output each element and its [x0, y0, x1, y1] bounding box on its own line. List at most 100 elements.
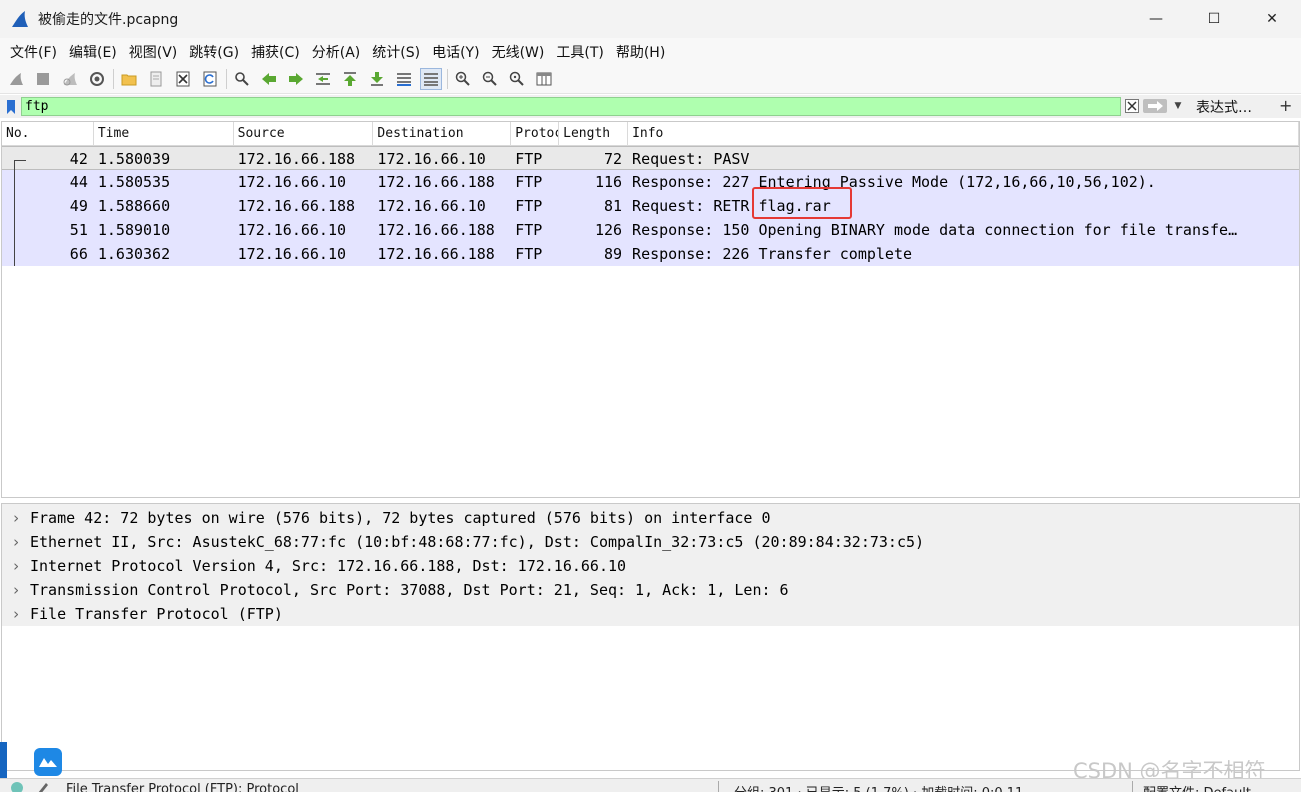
- packet-row[interactable]: 44 1.580535 172.16.66.10 172.16.66.188 F…: [2, 170, 1299, 194]
- menu-telephony[interactable]: 电话(Y): [426, 42, 485, 62]
- packet-length: 72: [603, 150, 623, 168]
- packet-row[interactable]: 49 1.588660 172.16.66.188 172.16.66.10 F…: [2, 194, 1299, 218]
- menu-wireless[interactable]: 无线(W): [486, 42, 551, 62]
- packet-time: 1.580039: [97, 150, 171, 168]
- packet-info: Response: 227 Entering Passive Mode (172…: [632, 173, 1156, 191]
- menu-analyze[interactable]: 分析(A): [306, 42, 367, 62]
- close-file-icon[interactable]: [172, 68, 194, 90]
- detail-row-tcp[interactable]: › Transmission Control Protocol, Src Por…: [2, 578, 1299, 602]
- packet-destination: 172.16.66.10: [377, 150, 486, 168]
- column-header-no[interactable]: No.: [2, 122, 94, 146]
- packet-destination: 172.16.66.188: [377, 221, 495, 239]
- last-packet-icon[interactable]: [366, 68, 388, 90]
- column-header-length[interactable]: Length: [559, 122, 629, 146]
- menu-capture[interactable]: 捕获(C): [245, 42, 306, 62]
- main-toolbar: [0, 65, 1301, 94]
- app-shortcut-icon[interactable]: [34, 748, 62, 776]
- go-to-packet-icon[interactable]: [312, 68, 334, 90]
- first-packet-icon[interactable]: [339, 68, 361, 90]
- add-filter-button[interactable]: +: [1279, 96, 1292, 115]
- column-header-source[interactable]: Source: [234, 122, 374, 146]
- expand-chevron-icon[interactable]: ›: [2, 557, 30, 575]
- packet-source: 172.16.66.10: [237, 245, 347, 263]
- capture-options-icon[interactable]: [86, 68, 108, 90]
- window-title: 被偷走的文件.pcapng: [38, 12, 179, 28]
- packet-length: 116: [594, 173, 623, 191]
- zoom-in-icon[interactable]: [452, 68, 474, 90]
- restart-capture-icon[interactable]: [59, 68, 81, 90]
- packet-destination: 172.16.66.188: [377, 245, 495, 263]
- packet-protocol: FTP: [515, 245, 543, 263]
- menu-bar: 文件(F) 编辑(E) 视图(V) 跳转(G) 捕获(C) 分析(A) 统计(S…: [0, 38, 1301, 65]
- packet-info: Response: 226 Transfer complete: [632, 245, 913, 263]
- maximize-button[interactable]: ☐: [1185, 0, 1243, 38]
- packet-source: 172.16.66.188: [237, 197, 356, 215]
- status-divider: [1132, 781, 1133, 792]
- minimize-button[interactable]: —: [1127, 0, 1185, 38]
- bookmark-icon[interactable]: [2, 96, 20, 117]
- detail-row-ethernet[interactable]: › Ethernet II, Src: AsustekC_68:77:fc (1…: [2, 530, 1299, 554]
- menu-go[interactable]: 跳转(G): [183, 42, 245, 62]
- menu-edit[interactable]: 编辑(E): [63, 42, 123, 62]
- save-file-icon[interactable]: [145, 68, 167, 90]
- detail-row-ip[interactable]: › Internet Protocol Version 4, Src: 172.…: [2, 554, 1299, 578]
- packet-source: 172.16.66.188: [237, 150, 356, 168]
- filter-history-chevron-icon[interactable]: ▼: [1172, 98, 1184, 114]
- clear-filter-icon[interactable]: [1125, 99, 1139, 113]
- packet-source: 172.16.66.10: [237, 221, 347, 239]
- packet-length: 126: [594, 221, 623, 239]
- related-packet-marker: [14, 194, 15, 218]
- packet-no: 49: [69, 197, 88, 215]
- detail-text: Ethernet II, Src: AsustekC_68:77:fc (10:…: [30, 533, 925, 551]
- window-controls: — ☐ ✕: [1127, 0, 1301, 38]
- detail-row-frame[interactable]: › Frame 42: 72 bytes on wire (576 bits),…: [2, 506, 1299, 530]
- column-header-destination[interactable]: Destination: [373, 122, 512, 146]
- edit-comment-icon[interactable]: [36, 781, 50, 792]
- column-header-protocol[interactable]: Protocol: [511, 122, 560, 146]
- zoom-out-icon[interactable]: [479, 68, 501, 90]
- stop-capture-icon[interactable]: [32, 68, 54, 90]
- expand-chevron-icon[interactable]: ›: [2, 509, 30, 527]
- start-capture-icon[interactable]: [5, 68, 27, 90]
- find-packet-icon[interactable]: [231, 68, 253, 90]
- menu-statistics[interactable]: 统计(S): [366, 42, 426, 62]
- packet-info: Request: PASV: [632, 150, 750, 168]
- expand-chevron-icon[interactable]: ›: [2, 605, 30, 623]
- packet-protocol: FTP: [515, 173, 543, 191]
- expert-info-icon[interactable]: [10, 781, 24, 792]
- apply-filter-arrow-icon[interactable]: [1143, 99, 1167, 113]
- menu-tools[interactable]: 工具(T): [550, 42, 609, 62]
- go-forward-icon[interactable]: [285, 68, 307, 90]
- zoom-reset-icon[interactable]: [506, 68, 528, 90]
- expand-chevron-icon[interactable]: ›: [2, 533, 30, 551]
- packet-protocol: FTP: [515, 150, 543, 168]
- status-divider: [718, 781, 719, 792]
- display-filter-bar: ▼ 表达式… +: [0, 95, 1301, 118]
- detail-row-ftp[interactable]: › File Transfer Protocol (FTP): [2, 602, 1299, 626]
- menu-help[interactable]: 帮助(H): [610, 42, 671, 62]
- packet-row[interactable]: 66 1.630362 172.16.66.10 172.16.66.188 F…: [2, 242, 1299, 266]
- taskbar-edge: [0, 742, 7, 778]
- packet-list[interactable]: No. Time Source Destination Protocol Len…: [1, 121, 1300, 498]
- packet-row[interactable]: 42 1.580039 172.16.66.188 172.16.66.10 F…: [2, 146, 1299, 171]
- column-header-time[interactable]: Time: [94, 122, 234, 146]
- close-button[interactable]: ✕: [1243, 0, 1301, 38]
- open-file-icon[interactable]: [118, 68, 140, 90]
- expression-button[interactable]: 表达式…: [1196, 97, 1252, 117]
- packet-details[interactable]: › Frame 42: 72 bytes on wire (576 bits),…: [1, 503, 1300, 771]
- packet-row[interactable]: 51 1.589010 172.16.66.10 172.16.66.188 F…: [2, 218, 1299, 242]
- status-packets-text: 分组: 301 · 已显示: 5 (1.7%) · 加载时间: 0:0.11: [734, 782, 1023, 792]
- auto-scroll-icon[interactable]: [393, 68, 415, 90]
- display-filter-input[interactable]: [21, 97, 1121, 116]
- packet-info: Request: RETR flag.rar: [632, 197, 831, 215]
- menu-view[interactable]: 视图(V): [123, 42, 184, 62]
- column-header-info[interactable]: Info: [628, 122, 1299, 146]
- wireshark-fin-icon: [12, 11, 28, 27]
- resize-columns-icon[interactable]: [533, 68, 555, 90]
- go-back-icon[interactable]: [258, 68, 280, 90]
- status-profile-text[interactable]: 配置文件: Default: [1143, 782, 1251, 792]
- expand-chevron-icon[interactable]: ›: [2, 581, 30, 599]
- colorize-icon[interactable]: [420, 68, 442, 90]
- reload-file-icon[interactable]: [199, 68, 221, 90]
- menu-file[interactable]: 文件(F): [4, 42, 63, 62]
